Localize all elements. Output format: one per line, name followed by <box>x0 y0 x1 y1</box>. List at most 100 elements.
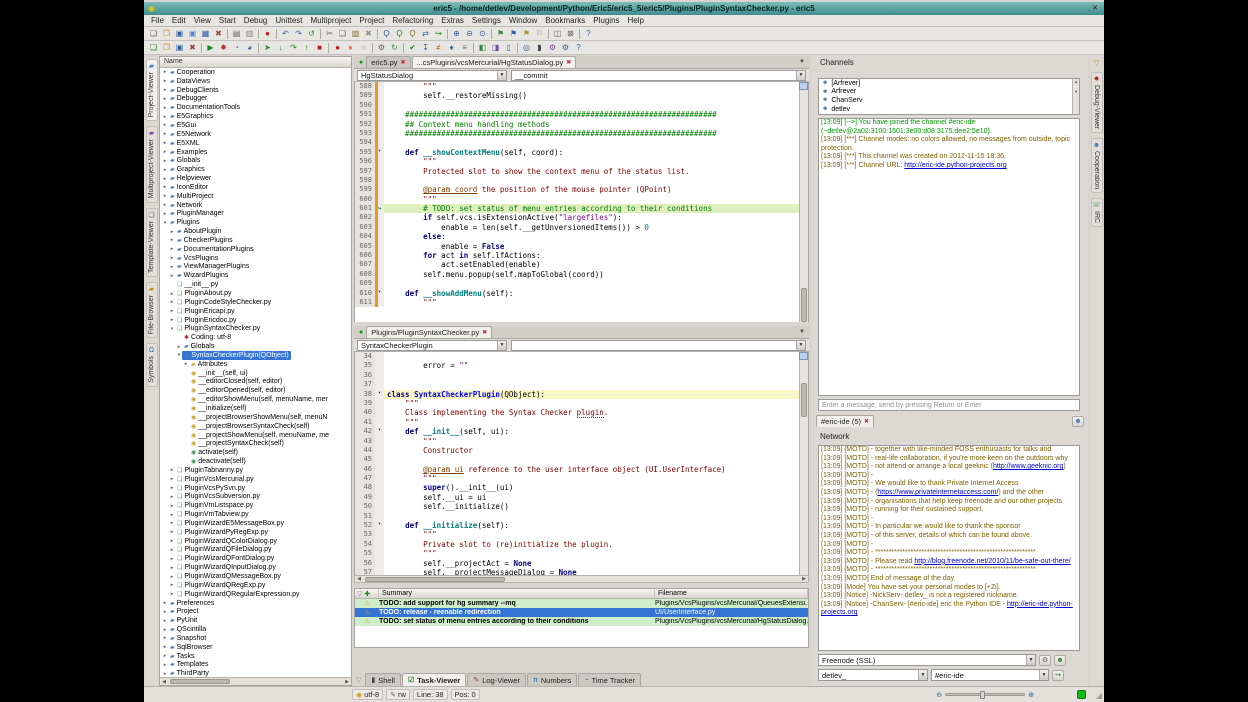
bookmark-next-icon[interactable]: ⚑ <box>507 28 520 40</box>
split-view-icon[interactable]: ◫ <box>551 28 564 40</box>
menu-help[interactable]: Help <box>624 16 648 25</box>
save-icon[interactable]: ▣ <box>173 28 186 40</box>
fold-margin[interactable]: ▾ <box>375 521 384 530</box>
chevron-down-icon[interactable]: ▼ <box>918 670 927 680</box>
message-link[interactable]: http://blog.freenode.net/2010/11/be-safe… <box>914 558 1070 565</box>
class-combo[interactable]: HgStatusDialog ▼ <box>357 70 507 81</box>
tree-item[interactable]: ▸▰DataViews <box>160 77 351 86</box>
tab-list-chevron-icon[interactable]: ▼ <box>795 59 809 65</box>
fold-margin[interactable] <box>375 493 384 502</box>
sidebar-tab-project-viewer[interactable]: ▰Project-Viewer <box>146 59 158 121</box>
tree-item[interactable]: ▸▰Snapshot <box>160 634 351 643</box>
profile-script-icon[interactable]: ◔ <box>230 42 243 54</box>
away-button[interactable]: ☻ <box>1054 655 1066 666</box>
continue-icon[interactable]: ➤ <box>261 42 274 54</box>
undo-icon[interactable]: ↶ <box>279 28 292 40</box>
whats-this-icon[interactable]: ? <box>582 28 595 40</box>
toolbox-tab-task-viewer[interactable]: ☑Task-Viewer <box>402 673 466 686</box>
fold-margin[interactable] <box>375 223 384 232</box>
chevron-down-icon[interactable]: ▼ <box>796 71 805 80</box>
resize-grip[interactable]: ◢ <box>1096 691 1102 700</box>
unittest-rerun-icon[interactable]: ↻ <box>388 42 401 54</box>
sidebar-tab-symbols[interactable]: ΩSymbols <box>146 343 158 387</box>
tree-item[interactable]: ▸▰Preferences <box>160 599 351 608</box>
scroll-right-icon[interactable]: ▶ <box>343 679 351 685</box>
tree-item[interactable]: ◉__editorShowMenu(self, menuName, mer <box>160 395 351 404</box>
tree-item[interactable]: ▸▰E5Network <box>160 130 351 139</box>
tree-item[interactable]: ▸❏PluginVmTabview.py <box>160 510 351 519</box>
fold-margin[interactable]: ↪ <box>375 204 384 213</box>
fold-margin[interactable] <box>375 530 384 539</box>
scroll-left-icon[interactable]: ◀ <box>355 576 363 582</box>
save-as-icon[interactable]: ▣ <box>186 28 199 40</box>
menu-debug[interactable]: Debug <box>240 16 272 25</box>
tree-item[interactable]: ▸❏PluginWizardQRegExp.py <box>160 581 351 590</box>
server-combo[interactable]: Freenode (SSL) ▼ <box>818 654 1036 666</box>
encoding-indicator[interactable]: ◉ utf-8 <box>352 689 383 700</box>
fold-margin[interactable] <box>375 298 384 307</box>
tree-item[interactable]: ◉__initialize(self) <box>160 404 351 413</box>
fold-margin[interactable] <box>375 568 384 575</box>
fold-margin[interactable] <box>375 110 384 119</box>
tree-item[interactable]: ▸▰DebugClients <box>160 86 351 95</box>
filter-icon[interactable]: ▽ <box>1094 59 1099 67</box>
menu-project[interactable]: Project <box>355 16 388 25</box>
fold-margin[interactable] <box>375 399 384 408</box>
quit-icon[interactable]: ● <box>261 28 274 40</box>
split-handle[interactable] <box>799 352 808 360</box>
tree-item[interactable]: ▸▰DocumentationPlugins <box>160 245 351 254</box>
tree-item[interactable]: ▸▰ViewManagerPlugins <box>160 263 351 272</box>
fold-margin[interactable] <box>375 101 384 110</box>
copy-icon[interactable]: ❑ <box>336 28 349 40</box>
tree-item[interactable]: ▸❏PluginAbout.py <box>160 289 351 298</box>
message-link[interactable]: http://www.geeknic.org <box>993 463 1063 470</box>
breakpoint-clear-icon[interactable]: ○ <box>357 42 370 54</box>
scrollbar-thumb[interactable] <box>801 383 807 417</box>
menu-start[interactable]: Start <box>215 16 240 25</box>
tree-item[interactable]: ◉__init__(self, ui) <box>160 369 351 378</box>
fold-icon[interactable]: ▾ <box>378 521 381 527</box>
message-link[interactable]: https://www.privateinternetaccess.com/ <box>877 489 998 496</box>
zoom-slider[interactable] <box>945 693 1025 696</box>
scroll-left-icon[interactable]: ◀ <box>160 679 168 685</box>
tree-item[interactable]: ✱Coding: utf-8 <box>160 333 351 342</box>
sidebar-tab-cooperation[interactable]: ☻Cooperation <box>1091 138 1103 193</box>
fold-margin[interactable] <box>375 176 384 185</box>
close-icon[interactable]: ✖ <box>864 418 869 425</box>
fold-margin[interactable] <box>375 502 384 511</box>
tree-item[interactable]: ▾▰Plugins <box>160 218 351 227</box>
fold-margin[interactable] <box>375 82 384 91</box>
tree-item[interactable]: ▸❏PluginWizardQFontDialog.py <box>160 554 351 563</box>
zoom-out-icon[interactable]: ⊖ <box>936 691 942 699</box>
revert-icon[interactable]: ↺ <box>305 28 318 40</box>
fold-icon[interactable]: ▾ <box>378 148 381 154</box>
step-over-icon[interactable]: ↷ <box>287 42 300 54</box>
fold-margin[interactable] <box>375 352 384 361</box>
fold-margin[interactable] <box>375 260 384 269</box>
join-channel-button[interactable]: ↪ <box>1052 670 1064 681</box>
goto-line-icon[interactable]: ↪ <box>432 28 445 40</box>
column-header-filename[interactable]: Filename <box>655 589 808 598</box>
tree-item[interactable]: ◉__projectBrowserSyntaxCheck(self) <box>160 422 351 431</box>
fold-margin[interactable] <box>375 129 384 138</box>
print-icon[interactable]: ▤ <box>230 28 243 40</box>
fold-margin[interactable] <box>375 371 384 380</box>
tree-item[interactable]: ▸▰Cooperation <box>160 68 351 77</box>
tree-item[interactable]: ▸▰SqlBrowser <box>160 643 351 652</box>
users-list-scrollbar[interactable]: ▲▼ <box>1072 79 1079 114</box>
toolbox-tab-time-tracker[interactable]: ◔Time Tracker <box>578 673 641 686</box>
tree-item[interactable]: ▸▰Project <box>160 607 351 616</box>
write-indicator[interactable]: ✎ rw <box>386 689 410 700</box>
fold-margin[interactable] <box>375 213 384 222</box>
fold-margin[interactable] <box>375 232 384 241</box>
channel-user[interactable]: ☻detlev <box>819 105 1079 114</box>
code-area-top[interactable]: 588 """589 self.__restoreMissing()590591… <box>354 82 809 322</box>
fold-margin[interactable] <box>375 120 384 129</box>
fold-margin[interactable] <box>375 559 384 568</box>
fold-margin[interactable] <box>375 455 384 464</box>
chevron-down-icon[interactable]: ▼ <box>796 341 805 350</box>
fold-margin[interactable] <box>375 157 384 166</box>
task-row[interactable]: ⚠TODO: add support for hg summary --mqPl… <box>355 599 808 608</box>
save-project-icon[interactable]: ▣ <box>173 42 186 54</box>
remove-split-icon[interactable]: ⊠ <box>564 28 577 40</box>
